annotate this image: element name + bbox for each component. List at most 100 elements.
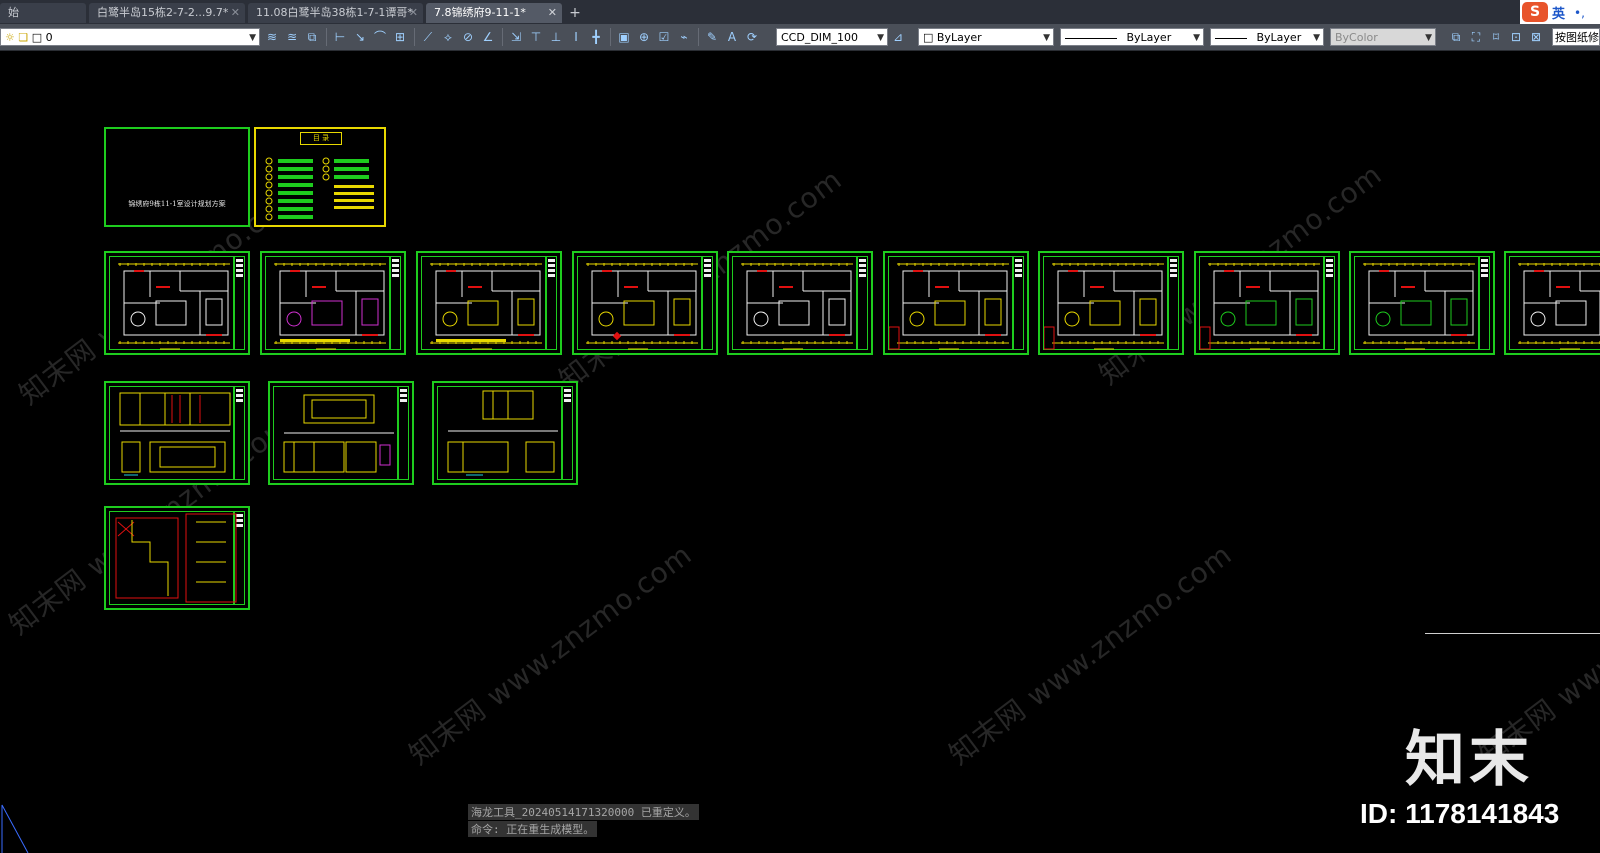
cover-sheet[interactable]: 锦绣府9栋11-1室设计规划方案	[104, 127, 250, 227]
floor-plan-sheet-3[interactable]	[416, 251, 562, 355]
index-sheet[interactable]: 目 录	[254, 127, 386, 227]
floor-plan-sheet-6[interactable]	[883, 251, 1029, 355]
layer-color-swatch-icon: □	[31, 31, 43, 44]
layer-value: 0	[45, 31, 53, 44]
new-tab-plus-icon[interactable]: +	[566, 5, 584, 21]
floor-plan-sheet-9[interactable]	[1349, 251, 1495, 355]
floor-plan-sheet-8[interactable]	[1194, 251, 1340, 355]
viewport-maximize-icon[interactable]: ⊠	[1528, 29, 1544, 45]
plot-style-dropdown: ByColor ▼	[1330, 28, 1436, 46]
elevation-drawing	[447, 390, 558, 476]
command-history-line-1: 海龙工具_20240514171320000 已重定义。	[468, 804, 699, 820]
continue-dimension-icon[interactable]: ⊥	[548, 29, 564, 45]
tab-document-1[interactable]: 白鹭半岛15栋2-7-2...9.7* ✕	[89, 3, 245, 23]
tab-document-active[interactable]: 7.8锦绣府9-11-1* ✕	[426, 3, 562, 23]
jogged-dimension-icon[interactable]: ⟡	[440, 29, 456, 45]
color-swatch-icon: □	[923, 31, 934, 44]
floor-plan-drawing	[1363, 263, 1475, 350]
arc-length-icon[interactable]: ⌒	[372, 29, 388, 45]
inspection-icon[interactable]: ☑	[656, 29, 672, 45]
floor-plan-sheet-5[interactable]	[727, 251, 873, 355]
ordinate-dimension-icon[interactable]: ⊞	[392, 29, 408, 45]
close-icon[interactable]: ✕	[548, 3, 557, 23]
tolerance-icon[interactable]: ▣	[616, 29, 632, 45]
lineweight-preview	[1215, 37, 1247, 39]
dimension-space-icon[interactable]: Ⅰ	[568, 29, 584, 45]
elevation-sheet-2[interactable]	[268, 381, 414, 485]
floor-plan-sheet-2[interactable]	[260, 251, 406, 355]
watermark: 知末网 www.znzmo.com	[943, 537, 1239, 772]
elevation-drawing	[119, 392, 231, 476]
elevation-sheet-3[interactable]	[432, 381, 578, 485]
chevron-down-icon: ▼	[1425, 33, 1432, 43]
canvas-line	[1425, 633, 1600, 634]
dimension-edit-icon[interactable]: ✎	[704, 29, 720, 45]
tab-document-2[interactable]: 11.08白鹭半岛38栋1-7-1谭哥* ✕	[248, 3, 423, 23]
command-history-line-2: 命令: 正在重生成模型。	[468, 821, 598, 837]
floor-plan-sheet-10[interactable]	[1504, 251, 1600, 355]
watermark: 知末网 www.znzmo.com	[403, 537, 699, 772]
lineweight-dropdown[interactable]: ByLayer ▼	[1210, 28, 1324, 46]
ime-indicator[interactable]: S 英 •,	[1520, 0, 1600, 24]
linetype-preview	[1065, 37, 1117, 39]
document-tab-bar: 始 白鹭半岛15栋2-7-2...9.7* ✕ 11.08白鹭半岛38栋1-7-1…	[0, 0, 1600, 24]
brand-logo: 知末	[1405, 725, 1533, 795]
layer-state-icon[interactable]: ≊	[284, 29, 300, 45]
floor-plan-sheet-1[interactable]	[104, 251, 250, 355]
chevron-down-icon: ▼	[1313, 33, 1320, 43]
dimension-text-edit-icon[interactable]: A	[724, 29, 740, 45]
tab-start[interactable]: 始	[0, 3, 86, 23]
chevron-down-icon: ▼	[1043, 33, 1050, 43]
index-table	[265, 157, 374, 221]
jogged-linear-icon[interactable]: ⌁	[676, 29, 692, 45]
viewport-lock-icon[interactable]: ⊡	[1508, 29, 1524, 45]
elevation-sheet-1[interactable]	[104, 381, 250, 485]
sogou-logo-icon: S	[1522, 2, 1548, 22]
dimension-style-manager-icon[interactable]: ⊿	[890, 29, 906, 45]
linear-dimension-icon[interactable]: ⊢	[332, 29, 348, 45]
cover-title: 锦绣府9栋11-1室设计规划方案	[128, 200, 226, 208]
layer-freeze-icon: ❏	[18, 31, 29, 44]
radius-dimension-icon[interactable]: ⟋	[420, 29, 436, 45]
dimension-break-icon[interactable]: ╋	[588, 29, 604, 45]
baseline-dimension-icon[interactable]: ⊤	[528, 29, 544, 45]
floor-plan-drawing	[586, 263, 698, 350]
linetype-dropdown[interactable]: ByLayer ▼	[1060, 28, 1204, 46]
floor-plan-sheet-4[interactable]	[572, 251, 718, 355]
detail-drawing	[115, 513, 237, 603]
diameter-dimension-icon[interactable]: ⊘	[460, 29, 476, 45]
ime-language-label: 英	[1552, 7, 1566, 22]
ucs-axis-icon	[1, 804, 29, 853]
chevron-down-icon: ▼	[1193, 33, 1200, 43]
dimension-update-icon[interactable]: ⟳	[744, 29, 760, 45]
asset-id-label: ID: 1178141843	[1360, 798, 1560, 829]
chevron-down-icon: ▼	[249, 33, 256, 43]
aligned-dimension-icon[interactable]: ↘	[352, 29, 368, 45]
floor-plan-drawing	[274, 263, 386, 350]
angular-dimension-icon[interactable]: ∠	[480, 29, 496, 45]
detail-sheet[interactable]	[104, 506, 250, 610]
viewport-scale-icon[interactable]: ⌑	[1488, 29, 1504, 45]
color-dropdown[interactable]: □ ByLayer ▼	[918, 28, 1054, 46]
floor-plan-drawing	[118, 263, 230, 350]
layer-dropdown[interactable]: ☼ ❏ □ 0 ▼	[0, 28, 260, 46]
dimension-style-dropdown[interactable]: CCD_DIM_100 ▼	[776, 28, 888, 46]
scale-to-sheet-button[interactable]: 按图纸修	[1552, 28, 1600, 46]
elevation-drawing	[283, 394, 394, 473]
drawing-canvas[interactable]: 知末网 www.znzmo.com 知末网 www.znzmo.com 知末网 …	[0, 51, 1600, 853]
layer-previous-icon[interactable]: ⧉	[304, 29, 320, 45]
floor-plan-drawing	[889, 263, 1009, 350]
floor-plan-sheet-7[interactable]	[1038, 251, 1184, 355]
ime-punctuation-icon: •,	[1574, 6, 1585, 20]
floor-plan-drawing	[1518, 263, 1600, 350]
chevron-down-icon: ▼	[877, 33, 884, 43]
center-mark-icon[interactable]: ⊕	[636, 29, 652, 45]
floor-plan-drawing	[430, 263, 542, 350]
floor-plan-drawing	[741, 263, 853, 350]
viewport-clip-icon[interactable]: ⛶	[1468, 29, 1484, 45]
layer-properties-icon[interactable]: ≋	[264, 29, 280, 45]
quick-dimension-icon[interactable]: ⇲	[508, 29, 524, 45]
close-icon[interactable]: ✕	[231, 3, 240, 23]
layout-viewport-icon[interactable]: ⧉	[1448, 29, 1464, 45]
close-icon[interactable]: ✕	[409, 3, 418, 23]
